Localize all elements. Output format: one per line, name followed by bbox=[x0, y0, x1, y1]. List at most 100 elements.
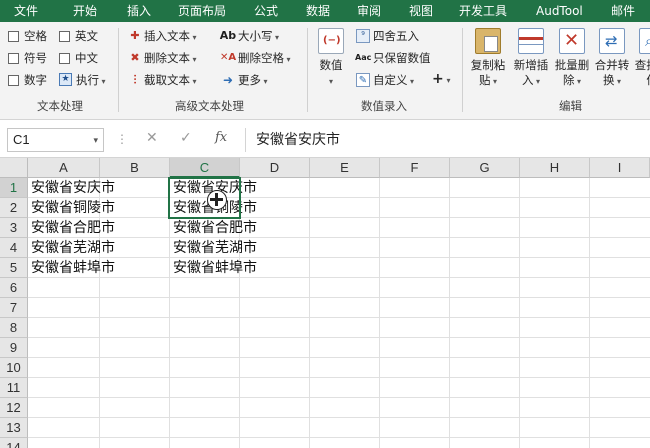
menu-view[interactable]: 视图 bbox=[409, 0, 433, 22]
case-button[interactable]: 大小写 ▾ bbox=[238, 28, 279, 46]
row-header-1[interactable]: 1 bbox=[0, 178, 28, 198]
gridline bbox=[589, 178, 590, 448]
text-processing-label: 文本处理 bbox=[37, 99, 83, 113]
keep-values-button[interactable]: 只保留数值 bbox=[373, 50, 431, 66]
gridline bbox=[309, 178, 310, 448]
checkbox-space[interactable] bbox=[8, 31, 19, 42]
checkbox-english[interactable] bbox=[59, 31, 70, 42]
worksheet-grid[interactable]: A B C D E F G H I 1 2 3 4 5 6 7 8 9 10 1… bbox=[0, 158, 650, 448]
column-header-b[interactable]: B bbox=[100, 158, 170, 178]
row-header-2[interactable]: 2 bbox=[0, 198, 28, 218]
find-locate-button[interactable]: ⌕ 查找定位 bbox=[633, 28, 650, 88]
custom-icon: ✎ bbox=[356, 73, 370, 87]
row-header-8[interactable]: 8 bbox=[0, 318, 28, 338]
group-separator bbox=[118, 28, 119, 112]
menu-data[interactable]: 数据 bbox=[306, 0, 330, 22]
custom-button[interactable]: 自定义 ▾ bbox=[373, 72, 414, 90]
cell-a3[interactable]: 安徽省合肥市 bbox=[28, 218, 115, 238]
chevron-down-icon[interactable]: ▾ bbox=[93, 129, 98, 151]
row-header-5[interactable]: 5 bbox=[0, 258, 28, 278]
row-header-7[interactable]: 7 bbox=[0, 298, 28, 318]
cancel-icon[interactable]: ✕ bbox=[146, 130, 158, 146]
menu-home[interactable]: 开始 bbox=[73, 0, 97, 22]
formula-input[interactable]: 安徽省安庆市 bbox=[245, 128, 645, 152]
name-box[interactable]: C1 ▾ bbox=[7, 128, 104, 152]
star-icon: ★ bbox=[59, 73, 72, 86]
column-header-i[interactable]: I bbox=[590, 158, 650, 178]
checkbox-symbol-label: 符号 bbox=[24, 51, 47, 65]
edit-label: 编辑 bbox=[559, 99, 582, 113]
gridline bbox=[28, 437, 650, 438]
cell-a2[interactable]: 安徽省铜陵市 bbox=[28, 198, 115, 218]
row-header-4[interactable]: 4 bbox=[0, 238, 28, 258]
menu-audtool[interactable]: AudTool bbox=[536, 0, 583, 22]
extract-text-icon: ⫶ bbox=[133, 73, 137, 87]
enter-icon[interactable]: ✓ bbox=[180, 130, 192, 146]
cell-c4[interactable]: 安徽省芜湖市 bbox=[170, 238, 257, 258]
column-header-c[interactable]: C bbox=[170, 158, 240, 178]
keep-values-icon: Aac bbox=[355, 53, 372, 62]
menu-formulas[interactable]: 公式 bbox=[254, 0, 278, 22]
row-header-13[interactable]: 13 bbox=[0, 418, 28, 438]
insert-function-icon[interactable]: fx bbox=[215, 130, 227, 145]
checkbox-english-label: 英文 bbox=[75, 29, 98, 43]
row-header-11[interactable]: 11 bbox=[0, 378, 28, 398]
advanced-text-label: 高级文本处理 bbox=[175, 99, 244, 113]
row-header-12[interactable]: 12 bbox=[0, 398, 28, 418]
row-header-14[interactable]: 14 bbox=[0, 438, 28, 448]
extract-text-button[interactable]: 截取文本 ▾ bbox=[144, 72, 197, 90]
round-icon: ⁹ bbox=[356, 29, 370, 43]
column-header-e[interactable]: E bbox=[310, 158, 380, 178]
exec-button[interactable]: 执行 ▾ bbox=[76, 72, 106, 90]
column-header-f[interactable]: F bbox=[380, 158, 450, 178]
cell-a5[interactable]: 安徽省蚌埠市 bbox=[28, 258, 115, 278]
row-header-9[interactable]: 9 bbox=[0, 338, 28, 358]
cell-a1[interactable]: 安徽省安庆市 bbox=[28, 178, 115, 198]
checkbox-chinese[interactable] bbox=[59, 53, 70, 64]
gridline bbox=[28, 277, 650, 278]
more-dots-icon: ⋮ bbox=[116, 132, 128, 146]
copy-paste-button[interactable]: 复制粘贴 ▾ bbox=[468, 28, 508, 89]
gridline bbox=[28, 217, 650, 218]
menu-file[interactable]: 文件 bbox=[14, 0, 38, 22]
column-header-g[interactable]: G bbox=[450, 158, 520, 178]
row-header-3[interactable]: 3 bbox=[0, 218, 28, 238]
gridline bbox=[28, 377, 650, 378]
row-header-6[interactable]: 6 bbox=[0, 278, 28, 298]
merge-convert-button[interactable]: ⇄ 合并转换 ▾ bbox=[593, 28, 631, 89]
ribbon: 空格 英文 符号 中文 数字 ★ 执行 ▾ 文本处理 ✚ 插入文本 ▾ ✖ 删除… bbox=[0, 22, 650, 120]
checkbox-number[interactable] bbox=[8, 75, 19, 86]
round-button[interactable]: 四舍五入 bbox=[373, 28, 419, 44]
delete-spaces-button[interactable]: 删除空格 ▾ bbox=[238, 50, 291, 68]
menu-mail[interactable]: 邮件 bbox=[611, 0, 635, 22]
formula-bar: C1 ▾ ⋮ ✕ ✓ fx 安徽省安庆市 bbox=[0, 120, 650, 158]
column-header-h[interactable]: H bbox=[520, 158, 590, 178]
gridline bbox=[28, 237, 650, 238]
insert-new-button[interactable]: 新增插入 ▾ bbox=[511, 28, 551, 89]
gridline bbox=[28, 397, 650, 398]
checkbox-symbol[interactable] bbox=[8, 53, 19, 64]
menu-review[interactable]: 审阅 bbox=[357, 0, 381, 22]
row-header-10[interactable]: 10 bbox=[0, 358, 28, 378]
column-header-a[interactable]: A bbox=[28, 158, 100, 178]
select-all-corner[interactable] bbox=[0, 158, 28, 178]
cell-c5[interactable]: 安徽省蚌埠市 bbox=[170, 258, 257, 278]
gridline bbox=[28, 417, 650, 418]
value-button[interactable]: (−) 数值 ▾ bbox=[313, 28, 349, 89]
gridline bbox=[379, 178, 380, 448]
menu-insert[interactable]: 插入 bbox=[127, 0, 151, 22]
table-insert-icon bbox=[518, 28, 544, 54]
insert-text-button[interactable]: 插入文本 ▾ bbox=[144, 28, 197, 46]
delete-text-button[interactable]: 删除文本 ▾ bbox=[144, 50, 197, 68]
cell-c3[interactable]: 安徽省合肥市 bbox=[170, 218, 257, 238]
menu-developer[interactable]: 开发工具 bbox=[459, 0, 507, 22]
plus-button[interactable]: + ▾ bbox=[432, 71, 451, 89]
more-button[interactable]: 更多 ▾ bbox=[238, 72, 268, 90]
menu-page-layout[interactable]: 页面布局 bbox=[178, 0, 226, 22]
gridline bbox=[28, 317, 650, 318]
column-header-d[interactable]: D bbox=[240, 158, 310, 178]
cell-a4[interactable]: 安徽省芜湖市 bbox=[28, 238, 115, 258]
name-box-value: C1 bbox=[13, 132, 30, 147]
value-icon: (−) bbox=[318, 28, 344, 54]
batch-delete-button[interactable]: ✕ 批量删除 ▾ bbox=[553, 28, 591, 89]
